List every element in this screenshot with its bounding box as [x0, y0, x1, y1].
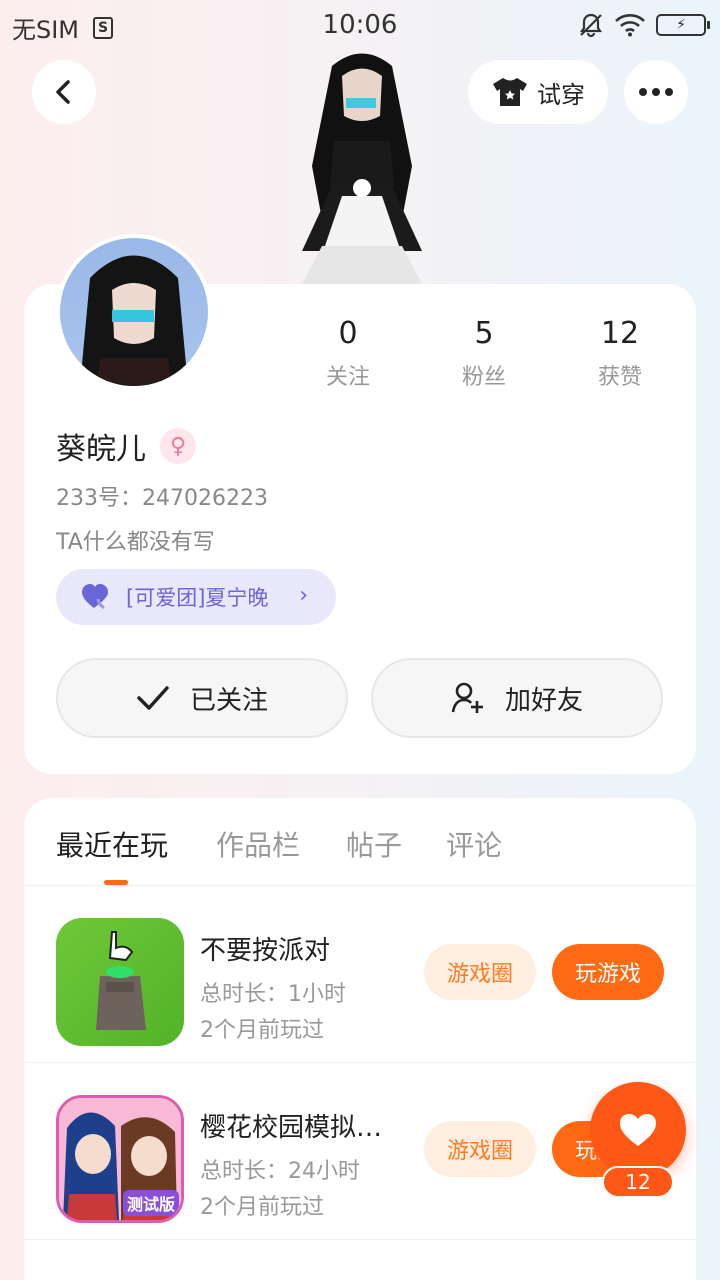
fans-count: 5 [474, 316, 494, 351]
play-game-button[interactable]: 玩游戏 [552, 944, 664, 1000]
team-name: [可爱团]夏宁晚 [126, 586, 269, 610]
content-card: 最近在玩 作品栏 帖子 评论 不要按派对 总时长：1小时 2个月前玩过 游戏圈 … [24, 798, 696, 1280]
like-count: 12 [602, 1166, 674, 1198]
followed-label: 已关注 [189, 685, 268, 716]
game-last-played: 2个月前玩过 [200, 1195, 324, 1220]
game-circle-button[interactable]: 游戏圈 [424, 1121, 536, 1177]
stat-fans[interactable]: 5 粉丝 [429, 316, 539, 391]
wifi-icon [615, 14, 645, 37]
user-name: 葵皖儿 [56, 432, 146, 467]
user-bio: TA什么都没有写 [56, 530, 215, 555]
game-icon-sakura-school: 测试版 [56, 1095, 184, 1223]
back-button[interactable] [32, 60, 96, 124]
fans-label: 粉丝 [461, 365, 506, 390]
likes-count: 12 [600, 316, 640, 351]
stat-likes[interactable]: 12 获赞 [565, 316, 675, 391]
game-row[interactable]: 不要按派对 总时长：1小时 2个月前玩过 游戏圈 玩游戏 [24, 886, 696, 1063]
try-on-button[interactable]: 试穿 [468, 60, 608, 124]
game-last-played: 2个月前玩过 [200, 1018, 324, 1043]
avatar-3d-figure [302, 53, 422, 284]
game-title: 不要按派对 [200, 936, 331, 966]
following-count: 0 [338, 316, 358, 351]
tab-recently-played[interactable]: 最近在玩 [56, 824, 168, 864]
avatar[interactable] [56, 234, 212, 390]
user-id: 233号：247026223 [56, 486, 268, 511]
more-dots-icon [639, 88, 673, 96]
tab-comments[interactable]: 评论 [446, 824, 502, 864]
female-gender-icon: ♀ [160, 428, 196, 464]
add-friend-button[interactable]: 加好友 [371, 658, 663, 738]
add-user-icon [451, 682, 483, 713]
checkmark-icon [137, 686, 169, 710]
status-bar: 无SIM S 10:06 ⚡ [0, 0, 720, 50]
game-duration: 总时长：24小时 [200, 1159, 360, 1184]
tab-posts[interactable]: 帖子 [346, 824, 402, 864]
battery-icon: ⚡ [656, 14, 710, 36]
active-tab-indicator [104, 880, 128, 885]
team-heart-icon [82, 584, 108, 610]
followed-button[interactable]: 已关注 [56, 658, 348, 738]
heart-icon [620, 1114, 656, 1146]
likes-label: 获赞 [597, 365, 642, 390]
content-tabs: 最近在玩 作品栏 帖子 评论 [24, 798, 696, 886]
avatar-portrait [80, 255, 188, 386]
more-button[interactable] [624, 60, 688, 124]
team-tag[interactable]: [可爱团]夏宁晚 › [56, 569, 336, 625]
try-on-label: 试穿 [537, 80, 585, 109]
game-icon-dont-press-party [56, 918, 184, 1046]
name-row: 葵皖儿 ♀ [56, 424, 196, 468]
chevron-right-icon: › [299, 583, 308, 608]
stat-following[interactable]: 0 关注 [293, 316, 403, 391]
add-friend-label: 加好友 [504, 685, 583, 716]
game-title: 樱花校园模拟… [200, 1113, 383, 1143]
mute-bell-icon [579, 13, 603, 38]
like-fab-button[interactable] [590, 1082, 686, 1178]
tshirt-icon [493, 78, 527, 106]
game-duration: 总时长：1小时 [200, 982, 346, 1007]
game-circle-button[interactable]: 游戏圈 [424, 944, 536, 1000]
back-arrow-icon [56, 80, 70, 104]
test-version-badge: 测试版 [122, 1190, 179, 1216]
following-label: 关注 [325, 365, 370, 390]
tab-works[interactable]: 作品栏 [216, 824, 300, 864]
